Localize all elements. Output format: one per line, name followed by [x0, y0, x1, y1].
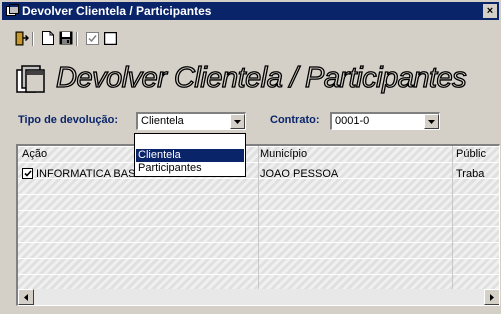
dropdown-option-clientela[interactable]: Clientela: [136, 149, 244, 162]
save-icon: [59, 31, 73, 45]
tipo-devolucao-dropdown-button[interactable]: [230, 114, 245, 129]
toolbar: [0, 24, 501, 50]
scroll-right-button[interactable]: [484, 289, 499, 305]
check-icon: [85, 31, 99, 45]
windows-stack-icon: [16, 65, 45, 93]
horizontal-scrollbar[interactable]: [18, 289, 499, 305]
column-header-municipio[interactable]: Município: [260, 148, 307, 162]
contrato-dropdown-button[interactable]: [424, 114, 439, 129]
blank-box-icon: [103, 31, 117, 45]
close-button[interactable]: ×: [483, 4, 497, 18]
chevron-down-icon: [234, 119, 241, 124]
column-divider: [258, 146, 259, 290]
page-heading: Devolver Clientela / Participantes: [16, 60, 496, 100]
app-window-icon: [6, 4, 19, 16]
chevron-down-icon: [428, 119, 435, 124]
contrato-label: Contrato:: [270, 114, 320, 126]
cell-publico[interactable]: Traba: [456, 168, 484, 180]
contrato-value: 0001-0: [335, 115, 370, 127]
page-title: Devolver Clientela / Participantes: [55, 61, 467, 94]
tipo-devolucao-value: Clientela: [141, 115, 184, 127]
main-window: Devolver Clientela / Participantes × Dev…: [0, 0, 501, 314]
new-document-icon: [42, 31, 54, 45]
contrato-select[interactable]: 0001-0: [330, 112, 440, 130]
toolbar-separator: [32, 32, 34, 46]
exit-button[interactable]: [14, 30, 30, 46]
tipo-devolucao-label: Tipo de devolução:: [18, 114, 119, 126]
tipo-devolucao-select[interactable]: Clientela: [136, 112, 246, 130]
title-bar: Devolver Clientela / Participantes ×: [2, 2, 499, 20]
column-header-publico[interactable]: Públic: [456, 148, 486, 162]
window-title: Devolver Clientela / Participantes: [22, 4, 212, 18]
tipo-devolucao-dropdown-list: Clientela Participantes: [134, 133, 246, 177]
arrow-right-icon: [490, 293, 494, 301]
data-grid[interactable]: Ação Município Públic INFORMATICA BASICA…: [16, 144, 500, 306]
checkmark-icon: [23, 170, 32, 177]
column-header-acao[interactable]: Ação: [22, 148, 47, 162]
clear-button[interactable]: [102, 30, 118, 46]
arrow-left-icon: [24, 293, 28, 301]
cell-municipio[interactable]: JOAO PESSOA: [260, 168, 338, 180]
scroll-left-button[interactable]: [18, 289, 34, 305]
new-button[interactable]: [40, 30, 56, 46]
exit-icon: [15, 31, 29, 45]
row-checkbox[interactable]: [22, 168, 33, 179]
column-divider: [452, 146, 453, 290]
grid-body: Ação Município Públic INFORMATICA BASICA…: [18, 146, 499, 290]
dropdown-option-participantes[interactable]: Participantes: [136, 162, 244, 175]
save-button[interactable]: [58, 30, 74, 46]
toolbar-separator: [76, 32, 78, 46]
confirm-button[interactable]: [84, 30, 100, 46]
